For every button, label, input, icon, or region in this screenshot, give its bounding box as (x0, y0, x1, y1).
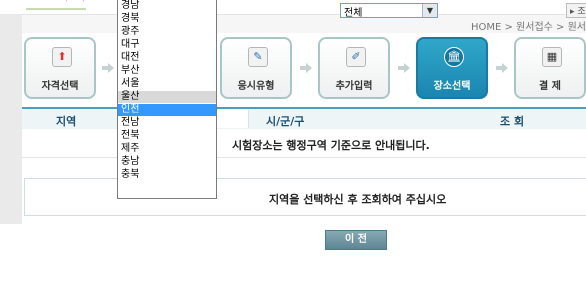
step-label: 장소선택 (433, 81, 471, 92)
city-select-value: 전체 (344, 8, 363, 19)
step-label: 결 제 (539, 81, 561, 92)
dropdown-option[interactable]: 제주 (118, 143, 216, 155)
step-arrow-icon (496, 63, 508, 73)
region-dropdown-list[interactable]: 경남 경북 광주 대구 대전 부산 서울 울산 인천 전남 전북 제주 충남 충북 (117, 0, 217, 199)
step-arrow-icon (398, 63, 410, 73)
dropdown-option[interactable]: 부산 (118, 65, 216, 77)
notice-text: 시험장소는 행정구역 기준으로 안내됩니다. (232, 139, 430, 152)
chevron-down-icon[interactable]: ▼ (422, 4, 437, 17)
dropdown-option[interactable]: 대전 (118, 52, 216, 64)
dropdown-option[interactable]: 전북 (118, 130, 216, 142)
step-navigation: ⬆ 자격선택 ✎ 응시유형 ✐ 추가입력 🏛 장소선택 ▦ 결 제 (22, 33, 586, 107)
edit-document-icon: ✎ (248, 47, 268, 67)
dropdown-option[interactable]: 대구 (118, 39, 216, 51)
logo (26, 0, 86, 10)
step-label: 응시유형 (237, 81, 275, 92)
dropdown-option[interactable]: 충남 (118, 156, 216, 168)
building-icon: 🏛 (444, 47, 464, 67)
left-strip (0, 14, 22, 224)
dropdown-option[interactable]: 광주 (118, 26, 216, 38)
dropdown-option[interactable]: 전남 (118, 117, 216, 129)
message-box: 지역을 선택하신 후 조회하여 주십시오 (24, 178, 586, 216)
breadcrumb: HOME > 원서접수 > 원서 (470, 22, 586, 33)
dropdown-option[interactable]: 경북 (118, 13, 216, 25)
calculator-icon: ▦ (542, 47, 562, 67)
step-payment[interactable]: ▦ 결 제 (514, 37, 586, 99)
step-label: 추가입력 (335, 81, 373, 92)
search-label: 조 회 (500, 115, 525, 128)
previous-button[interactable]: 이 전 (325, 230, 387, 250)
step-additional-input[interactable]: ✐ 추가입력 (318, 37, 390, 99)
dropdown-option[interactable]: 경남 (118, 0, 216, 12)
step-arrow-icon (102, 63, 114, 73)
city-label: 시/군/구 (266, 115, 305, 128)
search-button[interactable]: ▸ 조 (566, 3, 586, 18)
write-icon: ✐ (346, 47, 366, 67)
step-location-select[interactable]: 🏛 장소선택 (416, 37, 488, 99)
dropdown-option[interactable]: 충북 (118, 169, 216, 181)
step-arrow-icon (300, 63, 312, 73)
arrow-up-icon: ⬆ (52, 47, 72, 67)
step-exam-type[interactable]: ✎ 응시유형 (220, 37, 292, 99)
dropdown-option[interactable]: 서울 (118, 78, 216, 90)
notice-row: 시험장소는 행정구역 기준으로 안내됩니다. (22, 129, 586, 158)
top-bar (0, 0, 586, 14)
dropdown-option[interactable]: 울산 (118, 91, 216, 103)
region-label: 지역 (56, 115, 77, 128)
dropdown-option[interactable]: 인천 (118, 104, 216, 116)
message-text: 지역을 선택하신 후 조회하여 주십시오 (269, 193, 447, 206)
city-select[interactable]: 전체 ▼ (340, 3, 438, 19)
step-label: 자격선택 (41, 81, 79, 92)
breadcrumb-bar: HOME > 원서접수 > 원서 (22, 14, 586, 35)
step-qualification[interactable]: ⬆ 자격선택 (24, 37, 96, 99)
